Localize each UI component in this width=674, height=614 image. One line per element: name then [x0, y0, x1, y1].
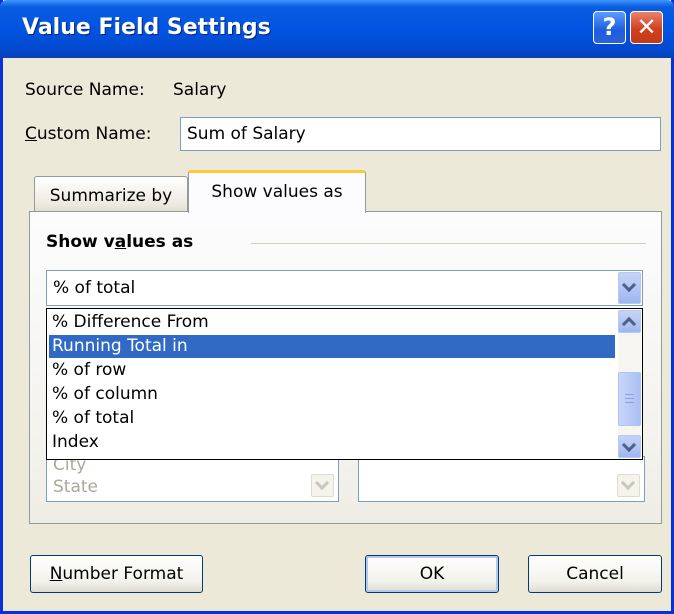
source-name-value: Salary: [173, 80, 227, 100]
heading-part-2: lues as: [126, 232, 194, 252]
cancel-button[interactable]: Cancel: [528, 555, 662, 593]
show-values-as-heading: Show values as: [46, 232, 193, 252]
help-button[interactable]: ?: [593, 11, 626, 44]
option-percent-of-row[interactable]: % of row: [49, 359, 615, 382]
custom-name-label-text: ustom Name:: [36, 124, 152, 144]
combobox-dropdown-button[interactable]: [618, 272, 641, 304]
chevron-down-icon: [621, 437, 637, 453]
chevron-down-icon: [620, 475, 636, 491]
tab-show-values-as-label: Show values as: [211, 182, 343, 202]
number-format-label: umber Format: [62, 564, 184, 584]
dialog-title: Value Field Settings: [22, 15, 271, 40]
title-bar[interactable]: Value Field Settings ? ✕: [0, 0, 674, 58]
custom-name-input[interactable]: Sum of Salary: [180, 117, 661, 151]
grip-line: [625, 394, 634, 395]
tab-summarize-by-label: Summarize by: [49, 186, 173, 206]
option-running-total-in[interactable]: Running Total in: [49, 335, 615, 358]
scroll-up-button[interactable]: [618, 310, 641, 333]
custom-name-value: Sum of Salary: [187, 124, 306, 144]
dropdown-scrollbar[interactable]: [618, 310, 641, 458]
base-field-scroll-down[interactable]: [311, 474, 334, 497]
combobox-selected-value: % of total: [53, 278, 136, 298]
source-name-label: Source Name:: [25, 80, 145, 100]
value-field-settings-dialog: Value Field Settings ? ✕ Source Name: Sa…: [0, 0, 674, 614]
heading-accelerator: a: [114, 232, 127, 252]
tab-summarize-by[interactable]: Summarize by: [34, 176, 188, 212]
option-percent-of-total[interactable]: % of total: [49, 407, 615, 430]
custom-name-accelerator: C: [25, 124, 37, 144]
close-button[interactable]: ✕: [630, 11, 663, 44]
option-index[interactable]: Index: [49, 431, 615, 454]
help-icon: ?: [602, 13, 617, 41]
number-format-button[interactable]: Number Format: [30, 555, 203, 593]
show-values-as-combobox[interactable]: % of total: [46, 270, 643, 306]
number-format-accelerator: N: [49, 564, 63, 584]
base-field-item-state: State: [53, 477, 98, 497]
option-difference-from[interactable]: % Difference From: [49, 311, 615, 334]
base-field-listbox[interactable]: City State: [46, 455, 339, 502]
grip-line: [625, 398, 634, 399]
close-icon: ✕: [636, 13, 657, 41]
base-item-listbox[interactable]: [358, 456, 645, 502]
chevron-down-icon: [621, 277, 637, 293]
show-values-as-dropdown-list[interactable]: % Difference From Running Total in % of …: [46, 308, 643, 460]
chevron-up-icon: [621, 316, 637, 332]
scroll-down-button[interactable]: [618, 435, 641, 458]
ok-button[interactable]: OK: [365, 555, 499, 593]
scroll-thumb[interactable]: [618, 372, 641, 426]
base-item-scroll-down[interactable]: [617, 474, 640, 497]
heading-divider: [251, 243, 646, 244]
grip-line: [625, 402, 634, 403]
tab-show-values-as[interactable]: Show values as: [188, 170, 366, 213]
heading-part-1: Show v: [46, 232, 115, 252]
option-percent-of-column[interactable]: % of column: [49, 383, 615, 406]
chevron-down-icon: [314, 475, 330, 491]
custom-name-label: Custom Name:: [25, 124, 151, 144]
